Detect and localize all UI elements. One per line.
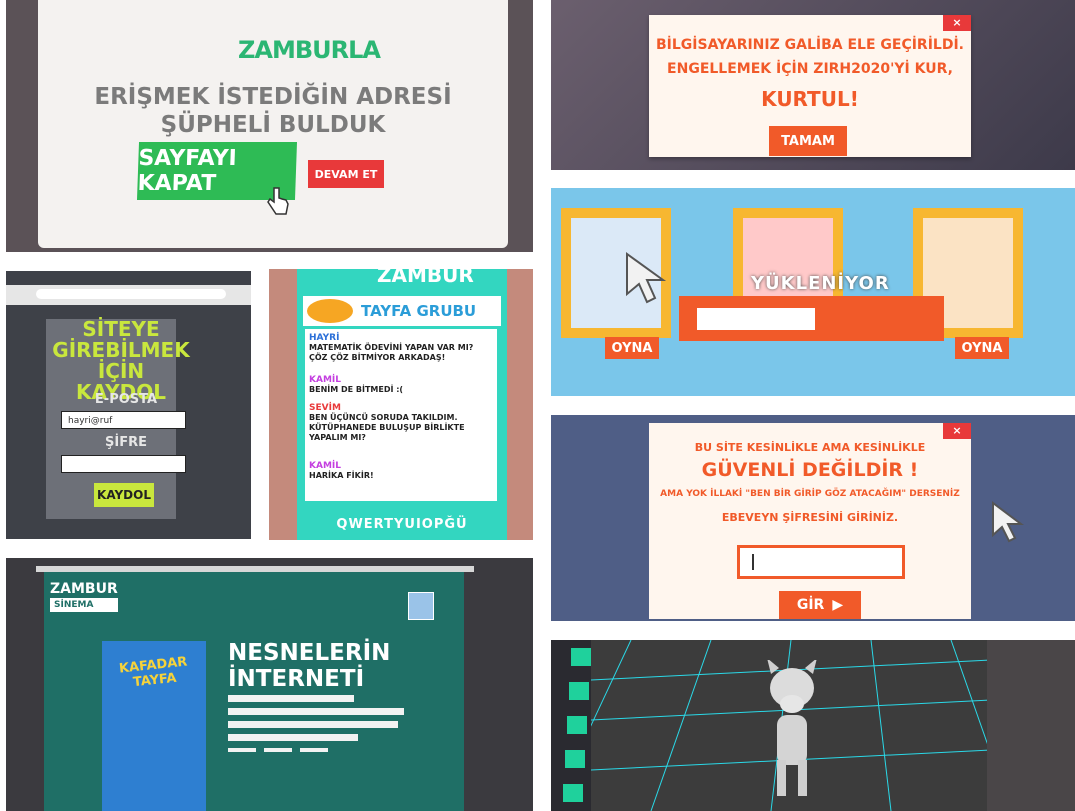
warning-line2: GÜVENLİ DEĞİLDİR ! [701, 459, 919, 481]
description-line [228, 708, 404, 715]
3d-dog-panel [551, 640, 1075, 811]
sender-name: KAMİL [309, 461, 341, 471]
avatar[interactable] [408, 592, 434, 620]
message-text: MATEMATİK ÖDEVİNİ YAPAN VAR MI? ÇÖZ ÇÖZ … [309, 343, 474, 362]
sender-name: HAYRİ [309, 333, 340, 343]
loading-progress [697, 308, 815, 330]
suspicious-address-panel: ZAMBURLA ERİŞMEK İSTEDİĞİN ADRESİ ŞÜPHEL… [6, 0, 533, 252]
movie-title-line1: NESNELERİN [228, 640, 391, 666]
screen-rod [36, 566, 474, 572]
description-line [264, 748, 292, 752]
close-icon[interactable]: × [943, 15, 971, 31]
zambur-cinema-logo: ZAMBUR SİNEMA [50, 582, 118, 612]
warning-dialog: × BU SİTE KESİNLİKLE AMA KESİNLİKLE GÜVE… [649, 423, 971, 619]
keyboard-row[interactable]: QWERTYUIOPĞÜ [297, 517, 507, 532]
group-chat-panel: ZAMBUR TAYFA GRUBU HAYRİ MATEMATİK ÖDEVİ… [269, 269, 533, 540]
play-button-right[interactable]: OYNA [955, 337, 1009, 359]
chat-message: KAMİL BENİM DE BİTMEDİ :( [309, 375, 491, 395]
continue-button[interactable]: DEVAM ET [308, 160, 384, 188]
description-line [228, 721, 398, 728]
chat-message: HAYRİ MATEMATİK ÖDEVİNİ YAPAN VAR MI? ÇÖ… [309, 333, 491, 363]
loading-label: YÜKLENİYOR [751, 273, 890, 294]
chat-message: SEVİM BEN ÜÇÜNCÜ SORUDA TAKILDIM. KÜTÜPH… [309, 403, 491, 443]
parent-password-panel: × BU SİTE KESİNLİKLE AMA KESİNLİKLE GÜVE… [551, 415, 1075, 621]
play-button-left[interactable]: OYNA [605, 337, 659, 359]
description-line [228, 695, 354, 702]
description-line [300, 748, 328, 752]
warning-heading-line2: ŞÜPHELİ BULDUK [160, 112, 386, 138]
dog-model-icon [767, 660, 817, 796]
side-panel [987, 640, 1075, 811]
message-text: BENİM DE BİTMEDİ :( [309, 385, 404, 394]
close-icon[interactable]: × [943, 423, 971, 439]
alert-line1: BİLGİSAYARINIZ GALİBA ELE GEÇİRİLDİ. [655, 37, 964, 53]
chat-messages: HAYRİ MATEMATİK ÖDEVİNİ YAPAN VAR MI? ÇÖ… [305, 329, 497, 501]
warning-line3: AMA YOK İLLAKİ "BEN BİR GİRİP GÖZ ATACAĞ… [660, 489, 960, 499]
cinema-panel: ZAMBUR SİNEMA KAFADAR TAYFA NESNELERİN İ… [6, 558, 533, 811]
alert-dialog: × BİLGİSAYARINIZ GALİBA ELE GEÇİRİLDİ. E… [649, 15, 971, 157]
green-block [563, 784, 583, 802]
green-block [565, 750, 585, 768]
register-panel: SİTEYE GİREBİLMEK İÇİN KAYDOL E-POSTA ha… [6, 271, 251, 539]
message-text: BEN ÜÇÜNCÜ SORUDA TAKILDIM. KÜTÜPHANEDE … [309, 413, 465, 442]
submit-button[interactable]: GİR ▶ [779, 591, 861, 619]
zambur-logo: ZAMBUR [377, 269, 474, 287]
email-field[interactable]: hayri@ruf [61, 411, 186, 429]
chat-header: TAYFA GRUBU [303, 296, 501, 326]
description-line [228, 734, 358, 741]
warning-line1: BU SİTE KESİNLİKLE AMA KESİNLİKLE [694, 441, 926, 454]
warning-line4: EBEVEYN ŞİFRESİNİ GİRİNİZ. [721, 511, 899, 524]
arrow-cursor-icon [626, 252, 667, 304]
register-button[interactable]: KAYDOL [94, 483, 154, 507]
loading-bar [679, 296, 944, 341]
green-block [567, 716, 587, 734]
email-label: E-POSTA [94, 392, 158, 407]
submit-label: GİR [796, 597, 825, 613]
register-title: SİTEYE GİREBİLMEK İÇİN KAYDOL [36, 319, 206, 403]
chat-message: KAMİL HARİKA FİKİR! [309, 461, 491, 481]
movie-title-line2: İNTERNETİ [228, 666, 365, 692]
password-label: ŞİFRE [105, 435, 147, 450]
play-arrow-icon: ▶ [832, 597, 844, 613]
hijacked-computer-panel: × BİLGİSAYARINIZ GALİBA ELE GEÇİRİLDİ. E… [551, 0, 1075, 170]
register-title-line1: SİTEYE [82, 317, 160, 341]
hand-cursor-icon [267, 187, 289, 215]
description-line [228, 748, 256, 752]
cinema-sub: SİNEMA [50, 598, 118, 612]
message-text: HARİKA FİKİR! [309, 471, 374, 480]
warning-heading-line1: ERİŞMEK İSTEDİĞİN ADRESİ [94, 84, 452, 110]
arrow-cursor-icon [992, 501, 1024, 543]
sender-name: KAMİL [309, 375, 341, 385]
group-title: TAYFA GRUBU [361, 302, 477, 320]
sender-name: SEVİM [309, 403, 341, 413]
alert-line2: ENGELLEMEK İÇİN ZIRH2020'Yİ KUR, [667, 61, 953, 77]
loading-panel: YÜKLENİYOR OYNA OYNA [551, 188, 1075, 396]
parent-password-field[interactable] [737, 545, 905, 579]
alert-line3: KURTUL! [761, 87, 859, 111]
text-cursor [752, 554, 754, 570]
group-avatar-icon [307, 299, 353, 323]
browser-screen: ZAMBURLA ERİŞMEK İSTEDİĞİN ADRESİ ŞÜPHEL… [38, 0, 508, 248]
movie-title: NESNELERİN İNTERNETİ [228, 640, 390, 692]
register-title-line2: GİREBİLMEK İÇİN [52, 338, 190, 383]
ok-button[interactable]: TAMAM [769, 126, 847, 156]
green-block [571, 648, 591, 666]
password-field[interactable] [61, 455, 186, 473]
green-block [569, 682, 589, 700]
zamburla-logo: ZAMBURLA [238, 36, 381, 64]
phone-screen: ZAMBUR TAYFA GRUBU HAYRİ MATEMATİK ÖDEVİ… [297, 269, 507, 540]
address-bar[interactable] [36, 289, 226, 299]
cinema-brand: ZAMBUR [50, 581, 118, 597]
